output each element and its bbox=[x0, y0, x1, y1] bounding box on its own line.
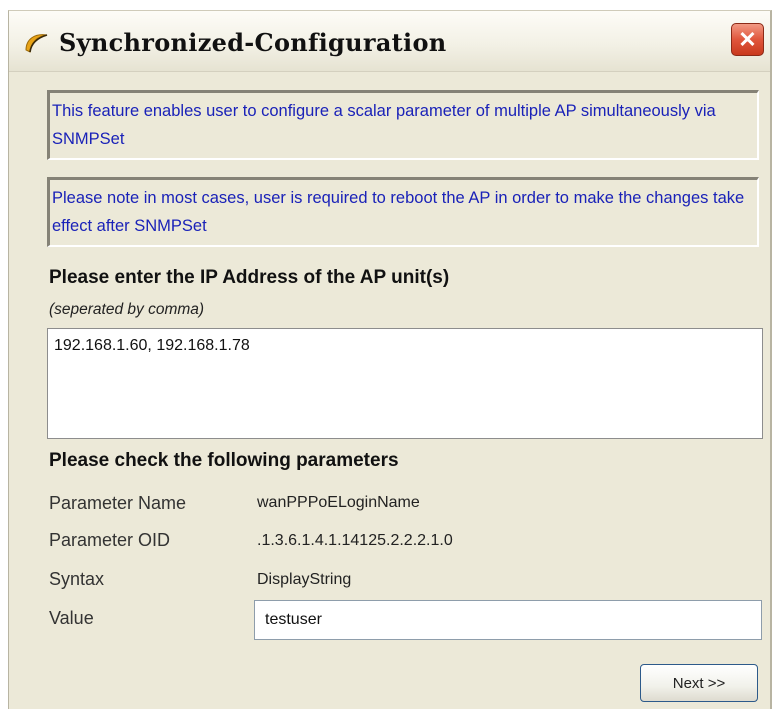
close-icon: ✕ bbox=[738, 26, 757, 52]
ip-address-textarea[interactable]: 192.168.1.60, 192.168.1.78 bbox=[47, 328, 763, 439]
syntax-value: DisplayString bbox=[257, 571, 352, 588]
params-section-heading: Please check the following parameters bbox=[49, 450, 399, 471]
ip-section-heading: Please enter the IP Address of the AP un… bbox=[49, 267, 450, 288]
param-oid-value: .1.3.6.1.4.1.14125.2.2.2.1.0 bbox=[257, 532, 453, 549]
value-label: Value bbox=[49, 608, 94, 628]
swoosh-logo-icon bbox=[25, 34, 48, 53]
title-bar[interactable]: Synchronized-Configuration ✕ bbox=[9, 11, 770, 72]
window-title: Synchronized-Configuration bbox=[59, 28, 447, 57]
close-button[interactable]: ✕ bbox=[731, 23, 764, 56]
value-input[interactable]: testuser bbox=[254, 600, 762, 640]
feature-notice: This feature enables user to configure a… bbox=[47, 90, 759, 160]
reboot-notice: Please note in most cases, user is requi… bbox=[47, 177, 759, 247]
param-oid-label: Parameter OID bbox=[49, 530, 171, 550]
param-name-label: Parameter Name bbox=[49, 493, 187, 513]
ip-hint: (seperated by comma) bbox=[49, 301, 205, 318]
syntax-label: Syntax bbox=[49, 569, 105, 589]
next-button[interactable]: Next >> bbox=[640, 664, 758, 702]
dialog-window: Synchronized-Configuration ✕ This featur… bbox=[8, 10, 772, 709]
param-name-value: wanPPPoELoginName bbox=[257, 494, 420, 511]
